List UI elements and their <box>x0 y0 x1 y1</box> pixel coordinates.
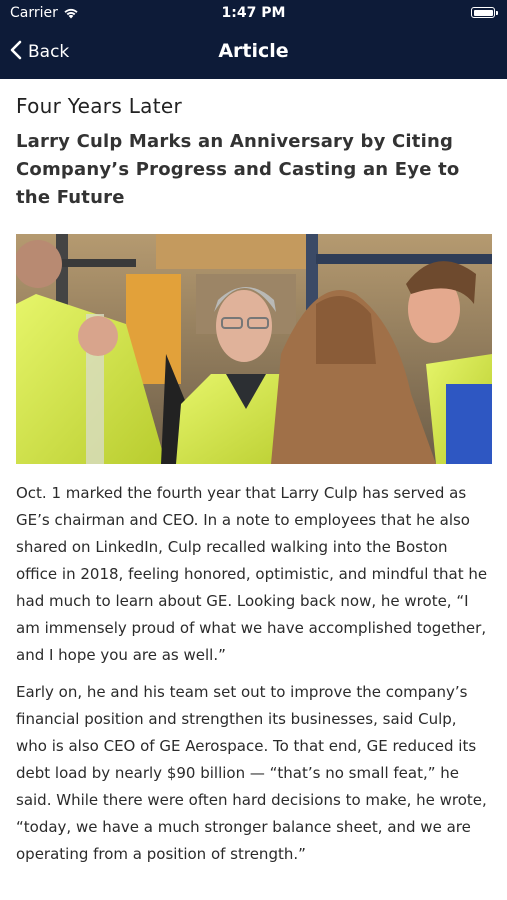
article-paragraph: Early on, he and his team set out to imp… <box>16 683 487 863</box>
warehouse-people-image <box>16 234 492 464</box>
nav-title: Article <box>218 40 289 62</box>
article-subheadline: Larry Culp Marks an Anniversary by Citin… <box>16 131 460 208</box>
battery-icon <box>471 7 498 18</box>
article-photo <box>16 234 492 464</box>
article-paragraph: Oct. 1 marked the fourth year that Larry… <box>16 484 488 664</box>
top-bar: Carrier 1:47 PM Back Article <box>0 0 507 79</box>
article-headline: Four Years Later <box>16 94 182 118</box>
article-content: Four Years Later Larry Culp Marks an Ann… <box>16 79 492 868</box>
navigation-bar: Back Article <box>0 30 507 74</box>
clock: 1:47 PM <box>221 5 286 21</box>
status-bar: Carrier 1:47 PM <box>0 0 507 28</box>
